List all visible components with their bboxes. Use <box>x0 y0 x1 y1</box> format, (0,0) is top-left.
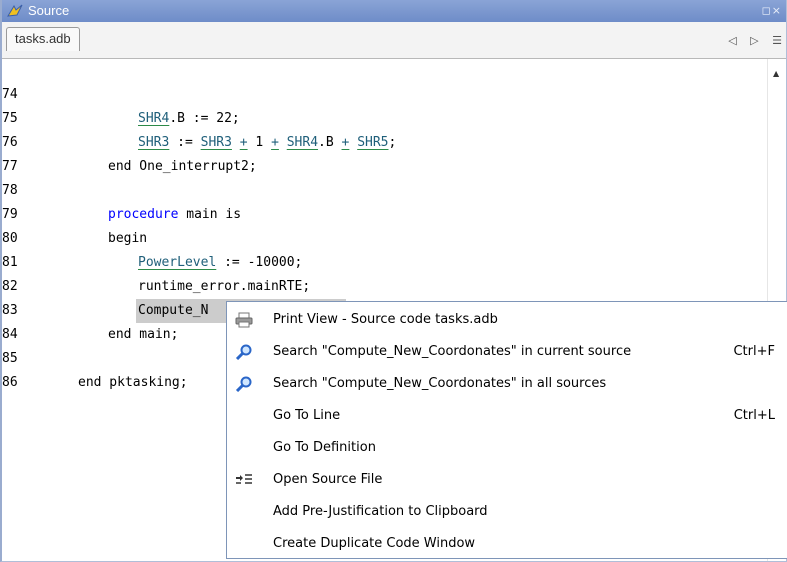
window-buttons[interactable]: ◻× <box>762 4 782 17</box>
menu-item-label: Go To Definition <box>273 440 376 455</box>
code-token[interactable]: SHR4 <box>287 135 318 150</box>
tab-tasks-adb[interactable]: tasks.adb <box>6 27 80 51</box>
code-token: .B := 22; <box>169 111 240 126</box>
menu-item-label: Search "Compute_New_Coordonates" in all … <box>273 376 607 391</box>
code-token: main is <box>178 207 242 222</box>
code-token[interactable]: + <box>240 135 248 150</box>
code-token[interactable]: + <box>271 135 279 150</box>
code-line: 83 end main; <box>2 275 178 342</box>
source-icon <box>7 4 23 17</box>
code-token[interactable]: SHR3 <box>138 135 169 150</box>
code-token: ; <box>388 135 397 150</box>
code-token[interactable]: SHR3 <box>201 135 232 150</box>
menu-item-go-to-line[interactable]: Go To Line Ctrl+L <box>227 400 787 432</box>
code-text: end One_interrupt2; <box>108 159 257 174</box>
code-line: 85 end pktasking; <box>2 323 188 390</box>
code-line: 75 SHR3 := SHR3 + 1 + SHR4.B + SHR5; <box>2 83 396 150</box>
menu-item-open-source-file[interactable]: Open Source File <box>227 464 787 496</box>
code-text: begin <box>108 231 148 246</box>
source-window: Source ◻× tasks.adb ◁ ▷ ☰ 74 SHR4.B := 2… <box>0 0 787 562</box>
code-token: 1 <box>247 135 272 150</box>
tab-prev-icon[interactable]: ◁ <box>728 34 736 47</box>
code-text: runtime_error.mainRTE; <box>138 279 311 294</box>
menu-item-add-pre-justification[interactable]: Add Pre-Justification to Clipboard <box>227 496 787 528</box>
tab-navigation: ◁ ▷ ☰ <box>718 34 782 47</box>
menu-item-go-to-definition[interactable]: Go To Definition <box>227 432 787 464</box>
code-text: end main; <box>108 327 179 342</box>
code-line: 81 runtime_error.mainRTE; <box>2 227 310 294</box>
menu-item-print-view[interactable]: Print View - Source code tasks.adb <box>227 304 787 336</box>
code-line: 86 <box>2 347 49 390</box>
code-token[interactable]: PowerLevel <box>138 255 216 270</box>
menu-item-label: Print View - Source code tasks.adb <box>273 312 498 327</box>
menu-item-shortcut: Ctrl+F <box>733 344 775 359</box>
code-line: 74 SHR4.B := 22; <box>2 59 240 126</box>
search-icon <box>235 344 252 360</box>
code-token[interactable]: SHR4 <box>138 111 169 126</box>
tab-list-icon[interactable]: ☰ <box>772 34 782 47</box>
code-line: 78 procedure main is <box>2 155 241 222</box>
code-token: .B <box>318 135 342 150</box>
tab-next-icon[interactable]: ▷ <box>750 34 758 47</box>
title-bar[interactable]: Source ◻× <box>2 0 786 22</box>
menu-item-search-current[interactable]: Search "Compute_New_Coordonates" in curr… <box>227 336 787 368</box>
menu-item-label: Create Duplicate Code Window <box>273 536 476 551</box>
context-menu: Print View - Source code tasks.adb Searc… <box>226 301 787 559</box>
code-token: := <box>169 135 201 150</box>
menu-item-label: Search "Compute_New_Coordonates" in curr… <box>273 344 632 359</box>
menu-item-label: Go To Line <box>273 408 341 423</box>
code-line: 84 <box>2 299 49 342</box>
open-source-icon <box>236 474 252 484</box>
code-line: 79 begin <box>2 179 147 246</box>
menu-item-search-all[interactable]: Search "Compute_New_Coordonates" in all … <box>227 368 787 400</box>
printer-icon <box>235 312 253 328</box>
code-text: end pktasking; <box>78 375 188 390</box>
code-line: 77 <box>2 131 49 174</box>
search-icon <box>235 376 252 392</box>
code-token: := -10000; <box>216 255 303 270</box>
scroll-up-icon[interactable]: ▲ <box>773 69 779 78</box>
line-number: 86 <box>2 375 18 390</box>
menu-item-label: Add Pre-Justification to Clipboard <box>273 504 488 519</box>
tab-strip: tasks.adb ◁ ▷ ☰ <box>2 22 786 59</box>
menu-item-create-duplicate-window[interactable]: Create Duplicate Code Window <box>227 528 787 560</box>
code-keyword: procedure <box>108 207 179 222</box>
code-line: 80 PowerLevel := -10000; <box>2 203 302 270</box>
code-token[interactable]: SHR5 <box>357 135 388 150</box>
code-line: 82 Compute_N <box>2 251 346 323</box>
menu-item-shortcut: Ctrl+L <box>733 408 775 423</box>
window-title: Source <box>28 3 70 18</box>
code-line: 76 end One_interrupt2; <box>2 107 257 174</box>
menu-item-label: Open Source File <box>273 472 383 487</box>
